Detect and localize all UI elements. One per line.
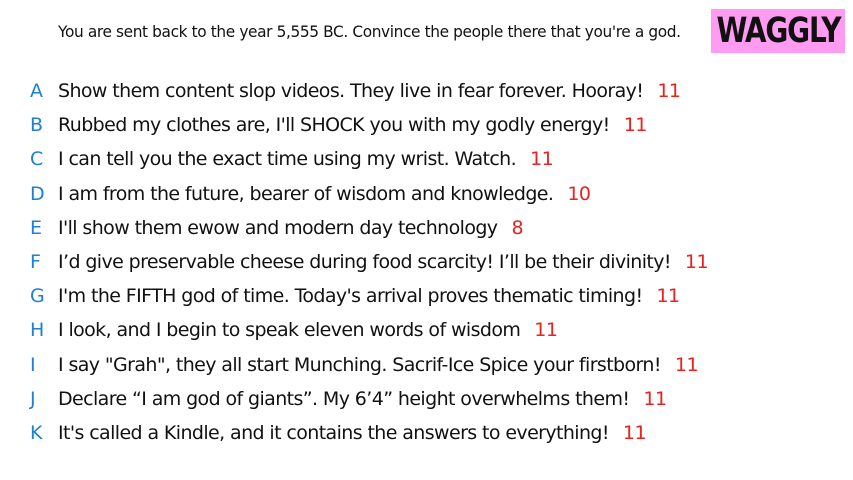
answer-score: 11 — [534, 319, 558, 342]
answer-score: 11 — [643, 387, 667, 410]
answer-letter: D — [30, 182, 45, 205]
answer-text: Rubbed my clothes are, I'll SHOCK you wi… — [58, 114, 610, 137]
answer-text: I'll show them ewow and modern day techn… — [58, 216, 498, 239]
brand-logo: WAGGLY — [711, 9, 845, 53]
answer-row-a: A Show them content slop videos. They li… — [0, 74, 708, 108]
answer-row-b: B Rubbed my clothes are, I'll SHOCK you … — [0, 108, 708, 142]
answer-text: I look, and I begin to speak eleven word… — [58, 319, 521, 342]
answer-score: 11 — [530, 148, 554, 171]
answer-text: It's called a Kindle, and it contains th… — [58, 421, 610, 444]
answer-score: 11 — [623, 114, 648, 137]
answer-row-f: F I’d give preservable cheese during foo… — [0, 245, 709, 279]
answer-score: 10 — [567, 182, 591, 205]
answer-letter: K — [30, 421, 42, 444]
answer-row-i: I I say "Grah", they all start Munching.… — [0, 348, 708, 382]
answer-text: I'm the FIFTH god of time. Today's arriv… — [58, 285, 643, 308]
answer-letter: J — [30, 387, 36, 410]
answer-letter: H — [30, 319, 44, 342]
answer-row-g: G I'm the FIFTH god of time. Today's arr… — [0, 279, 708, 313]
answer-score: 11 — [656, 285, 680, 308]
answer-letter: C — [30, 148, 43, 171]
brand-name: WAGGLY — [716, 10, 841, 51]
answer-row-c: C I can tell you the exact time using my… — [0, 142, 708, 176]
answer-score: 11 — [674, 353, 699, 376]
answer-text: Declare “I am god of giants”. My 6’4” he… — [58, 387, 630, 410]
answer-letter: G — [30, 285, 45, 308]
answer-score: 8 — [511, 216, 524, 239]
answer-letter: B — [30, 114, 43, 137]
answer-text: I’d give preservable cheese during food … — [58, 251, 672, 274]
answer-score: 11 — [657, 80, 681, 103]
question-prompt: You are sent back to the year 5,555 BC. … — [58, 22, 681, 41]
answer-row-h: H I look, and I begin to speak eleven wo… — [0, 313, 708, 347]
answer-letter: A — [30, 80, 43, 103]
answer-text: I am from the future, bearer of wisdom a… — [58, 182, 554, 205]
answer-row-j: J Declare “I am god of giants”. My 6’4” … — [0, 382, 708, 416]
answer-text: I say "Grah", they all start Munching. S… — [58, 353, 661, 376]
answer-score: 11 — [622, 421, 647, 444]
answer-letter: F — [30, 251, 41, 274]
answer-row-d: D I am from the future, bearer of wisdom… — [0, 177, 708, 211]
answer-list: A Show them content slop videos. They li… — [0, 74, 709, 450]
answer-text: Show them content slop videos. They live… — [58, 80, 644, 103]
answer-row-k: K It's called a Kindle, and it contains … — [0, 416, 708, 450]
answer-letter: E — [30, 216, 42, 239]
answer-text: I can tell you the exact time using my w… — [58, 148, 517, 171]
answer-row-e: E I'll show them ewow and modern day tec… — [0, 211, 708, 245]
answer-score: 11 — [684, 251, 709, 274]
answer-letter: I — [30, 353, 36, 376]
